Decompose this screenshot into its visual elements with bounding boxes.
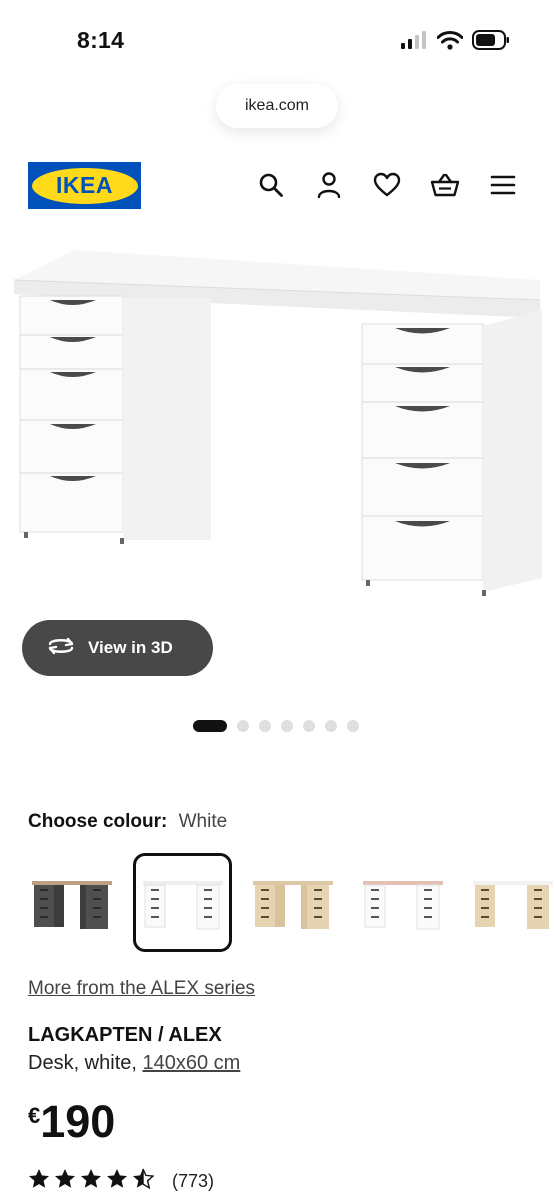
price-currency: € bbox=[28, 1103, 41, 1128]
star-icon bbox=[106, 1168, 128, 1194]
logo-text: IKEA bbox=[56, 172, 113, 198]
star-icon bbox=[28, 1168, 50, 1194]
review-count: (773) bbox=[172, 1170, 215, 1191]
logo-oval: IKEA bbox=[31, 167, 138, 204]
carousel-dot-5[interactable] bbox=[303, 720, 315, 732]
header-icons bbox=[256, 170, 518, 200]
carousel-dot-7[interactable] bbox=[347, 720, 359, 732]
colour-swatch-dark-grey[interactable] bbox=[22, 853, 121, 952]
heart-icon[interactable] bbox=[372, 170, 402, 200]
half-star-icon bbox=[132, 1168, 155, 1194]
carousel-dot-6[interactable] bbox=[325, 720, 337, 732]
carousel-dot-4[interactable] bbox=[281, 720, 293, 732]
status-time: 8:14 bbox=[77, 27, 125, 53]
basket-icon[interactable] bbox=[430, 170, 460, 200]
signal-icon bbox=[400, 31, 428, 54]
battery-icon bbox=[472, 30, 510, 55]
colour-swatch-white[interactable] bbox=[133, 853, 232, 952]
colour-swatch-white-pink[interactable] bbox=[353, 853, 452, 952]
price-amount: 190 bbox=[40, 1096, 116, 1147]
url-bar[interactable]: ikea.com bbox=[216, 84, 338, 128]
series-link[interactable]: More from the ALEX series bbox=[28, 978, 255, 1000]
search-icon[interactable] bbox=[256, 170, 286, 200]
product-price: € 190 bbox=[28, 1097, 115, 1147]
product-image[interactable] bbox=[0, 238, 554, 608]
product-name: LAGKAPTEN / ALEX bbox=[28, 1024, 222, 1046]
carousel-dot-2[interactable] bbox=[237, 720, 249, 732]
star-icon bbox=[54, 1168, 76, 1194]
carousel-dot-1[interactable] bbox=[193, 720, 227, 732]
rotate-3d-icon bbox=[46, 635, 76, 662]
view-in-3d-label: View in 3D bbox=[88, 638, 173, 657]
colour-swatch-white-stained-oak-white[interactable] bbox=[463, 853, 554, 952]
choose-colour-label: Choose colour: bbox=[28, 811, 168, 832]
selected-colour-value: White bbox=[178, 811, 228, 832]
product-dimensions-link[interactable]: 140x60 cm bbox=[142, 1052, 240, 1074]
wifi-icon bbox=[436, 30, 464, 55]
product-description: Desk, white, 140x60 cm bbox=[28, 1052, 240, 1075]
product-description-text: Desk, white, bbox=[28, 1052, 143, 1074]
colour-swatches bbox=[0, 853, 554, 953]
account-icon[interactable] bbox=[314, 170, 344, 200]
carousel-dot-3[interactable] bbox=[259, 720, 271, 732]
star-icon bbox=[80, 1168, 102, 1194]
status-icons bbox=[400, 30, 510, 55]
menu-icon[interactable] bbox=[488, 170, 518, 200]
colour-label: Choose colour: White bbox=[28, 811, 227, 833]
status-bar: 8:14 bbox=[0, 0, 554, 84]
colour-swatch-white-stained-oak[interactable] bbox=[243, 853, 342, 952]
ikea-logo[interactable]: IKEA bbox=[28, 162, 141, 209]
view-in-3d-button[interactable]: View in 3D bbox=[22, 620, 213, 676]
url-text: ikea.com bbox=[244, 97, 310, 114]
carousel-dots bbox=[193, 720, 359, 732]
product-rating[interactable]: (773) bbox=[28, 1168, 214, 1194]
